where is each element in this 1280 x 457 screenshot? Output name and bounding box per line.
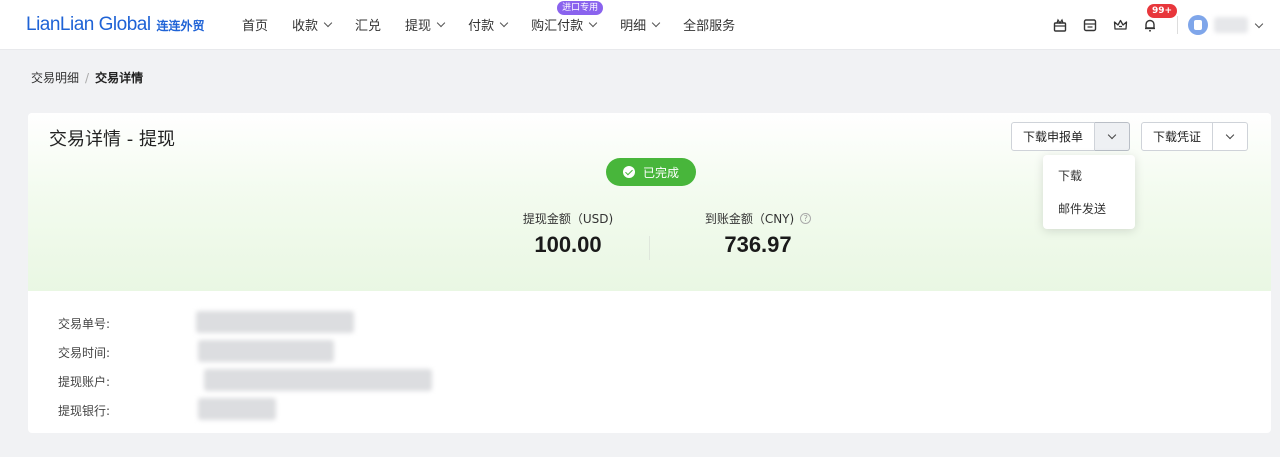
amount-divider [649,236,650,260]
avatar[interactable] [1188,15,1208,35]
check-circle-icon [622,166,635,178]
withdraw-amount-block: 提现金额（USD) 100.00 [468,210,668,258]
page-title: 交易详情 - 提现 [49,129,175,150]
chevron-down-icon [588,18,598,28]
download-declaration-menu-toggle[interactable] [1095,122,1131,151]
field-row-withdraw-bank: 提现银行: [58,398,276,429]
chevron-down-icon [323,18,333,28]
received-amount-label: 到账金额（CNY) ? [668,210,848,227]
transaction-fields: 交易单号: 交易时间: 提现账户: 提现银行: [58,311,432,429]
withdraw-amount-label: 提现金额（USD) [468,210,668,227]
withdraw-amount-value: 100.00 [534,232,602,257]
nav-item-label: 付款 [468,19,495,34]
redacted-value [204,369,432,391]
nav-item-exchange[interactable]: 汇兑 [343,0,393,50]
nav-item-all-services[interactable]: 全部服务 [671,0,747,50]
field-label: 交易单号: [58,317,111,331]
download-declaration-group: 下载申报单 [1011,122,1131,151]
status-text: 已完成 [642,165,679,180]
field-row-transaction-no: 交易单号: [58,311,354,342]
help-icon[interactable]: ? [800,213,812,224]
breadcrumb-parent[interactable]: 交易明细 [31,69,79,86]
notification-badge: 99+ [1147,4,1178,18]
download-declaration-button[interactable]: 下载申报单 [1011,122,1096,151]
nav-item-label: 全部服务 [683,19,736,34]
received-amount-value: 736.97 [724,232,792,257]
menu-item-email-send[interactable]: 邮件发送 [1043,197,1135,230]
import-only-badge: 进口专用 [557,0,604,15]
nav-item-label: 购汇付款 [531,19,584,34]
field-label: 提现银行: [58,404,111,418]
nav-item-label: 汇兑 [355,19,382,34]
chevron-down-icon [1225,130,1235,140]
download-voucher-button[interactable]: 下载凭证 [1141,122,1214,151]
breadcrumb-current: 交易详情 [95,71,144,85]
field-row-withdraw-account: 提现账户: [58,369,432,400]
user-icon [1194,20,1202,30]
field-row-transaction-time: 交易时间: [58,340,334,371]
chevron-down-icon [499,18,509,28]
field-label: 提现账户: [58,375,111,389]
nav-item-label: 收款 [292,19,319,34]
nav-item-collection[interactable]: 收款 [280,0,343,50]
calendar-icon[interactable] [1081,16,1099,34]
brand-name-en: LianLian Global [26,13,151,35]
menu-item-download[interactable]: 下载 [1043,164,1135,197]
download-voucher-menu-toggle[interactable] [1213,122,1249,151]
chevron-down-icon[interactable] [1254,19,1264,28]
main-nav: 首页 收款 汇兑 提现 付款 进口专用 购汇付款 明细 全部服务 [230,0,747,50]
redacted-value [196,311,354,333]
nav-item-fx-payment[interactable]: 进口专用 购汇付款 [519,0,608,50]
chevron-down-icon [1107,130,1117,140]
username-redacted [1214,17,1248,33]
received-amount-label-text: 到账金额（CNY) [704,212,795,226]
nav-item-details[interactable]: 明细 [608,0,671,50]
toolbar-divider [1177,16,1178,34]
top-navigation-bar: LianLian Global 连连外贸 首页 收款 汇兑 提现 付款 进口专用… [0,0,1280,50]
download-declaration-dropdown: 下载 邮件发送 [1043,155,1135,229]
breadcrumb-separator: / [85,70,90,85]
chevron-down-icon [651,18,661,28]
nav-item-label: 提现 [405,19,432,34]
brand-name-cn: 连连外贸 [156,18,205,33]
chevron-down-icon [436,18,446,28]
nav-item-payment[interactable]: 付款 [456,0,519,50]
bell-icon[interactable]: 99+ [1141,4,1178,34]
field-label: 交易时间: [58,346,111,360]
nav-item-home[interactable]: 首页 [230,0,280,50]
withdraw-amount-label-text: 提现金额（USD) [522,212,614,226]
download-voucher-group: 下载凭证 [1141,122,1249,151]
brand-logo[interactable]: LianLian Global 连连外贸 [26,14,226,36]
crown-icon[interactable] [1111,16,1129,34]
nav-item-label: 首页 [242,19,269,34]
gift-icon[interactable] [1051,16,1069,34]
redacted-value [198,340,334,362]
nav-item-label: 明细 [620,19,647,34]
redacted-value [198,398,276,420]
nav-item-withdraw[interactable]: 提现 [393,0,456,50]
received-amount-block: 到账金额（CNY) ? 736.97 [668,210,848,258]
header-tools: 99+ [1045,0,1280,50]
breadcrumb: 交易明细 / 交易详情 [31,69,143,86]
status-badge: 已完成 [606,158,696,186]
